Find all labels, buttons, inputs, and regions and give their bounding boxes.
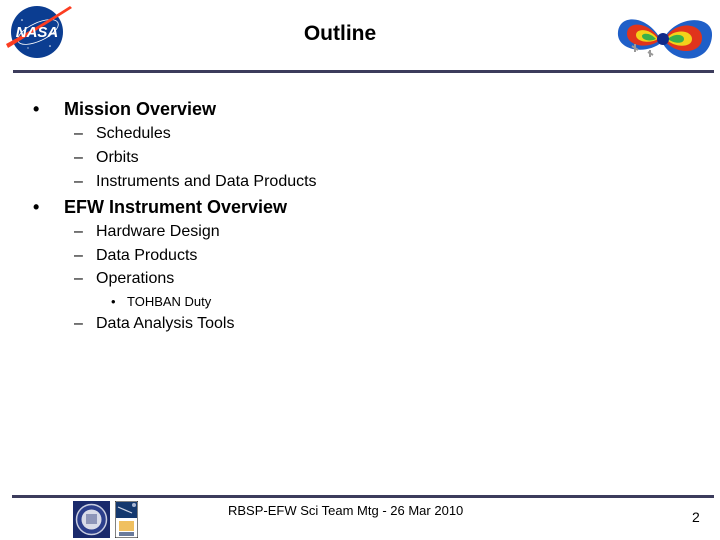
bullet-icon: • <box>111 294 116 309</box>
sub-item-label: Hardware Design <box>96 223 220 240</box>
footer-text: RBSP-EFW Sci Team Mtg - 26 Mar 2010 <box>228 503 464 518</box>
sub-item-label: Orbits <box>96 149 139 166</box>
uc-seal-icon <box>73 501 110 538</box>
header-divider <box>13 70 714 73</box>
dash-icon: – <box>74 247 83 264</box>
bullet-icon: • <box>33 99 40 119</box>
sub-item-label: Data Products <box>96 247 198 264</box>
sub-item-label: Schedules <box>96 125 171 142</box>
bullet-icon: • <box>33 197 40 217</box>
dash-icon: – <box>74 173 83 190</box>
sub-sub-item-label: TOHBAN Duty <box>127 294 212 309</box>
sub-item-label: Data Analysis Tools <box>96 315 235 332</box>
ssl-logo-icon <box>115 501 138 538</box>
sub-item-label: Operations <box>96 270 175 287</box>
dash-icon: – <box>74 315 83 332</box>
outline-item-label: EFW Instrument Overview <box>64 197 288 217</box>
slide-title: Outline <box>303 22 377 45</box>
dash-icon: – <box>74 223 83 240</box>
dash-icon: – <box>74 270 83 287</box>
sub-item-label: Instruments and Data Products <box>96 173 317 190</box>
footer-divider <box>12 495 714 498</box>
outline-item-label: Mission Overview <box>64 99 217 119</box>
dash-icon: – <box>74 149 83 166</box>
dash-icon: – <box>74 125 83 142</box>
page-number: 2 <box>692 509 700 525</box>
